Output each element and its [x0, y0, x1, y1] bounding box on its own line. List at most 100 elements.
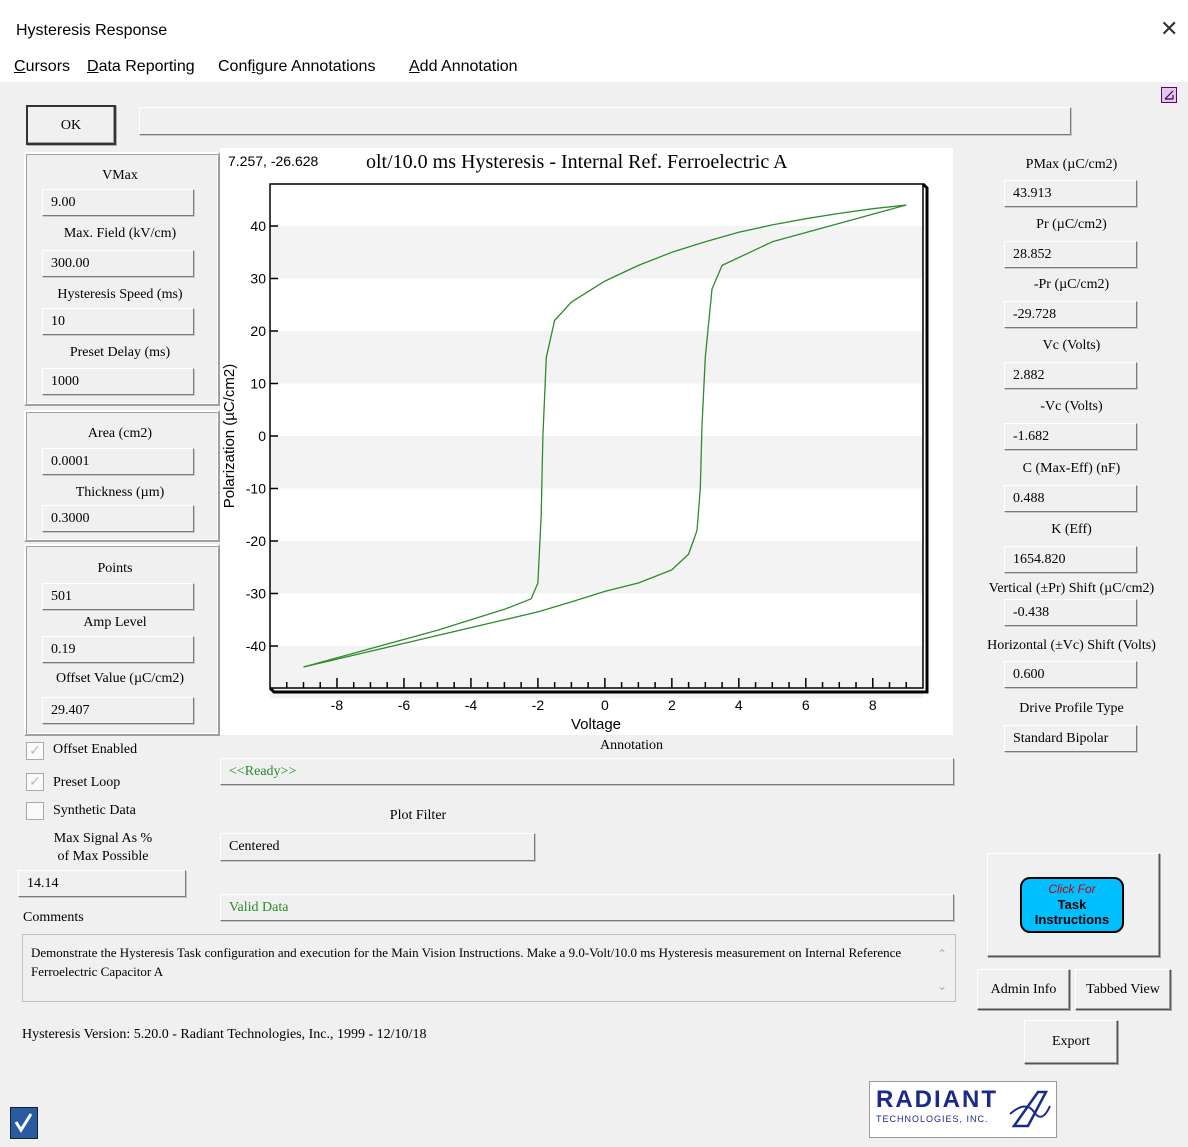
- vmax-field[interactable]: 9.00: [42, 189, 194, 216]
- hysteresis-speed-label: Hysteresis Speed (ms): [57, 287, 183, 302]
- synthetic-data-label: Synthetic Data: [53, 803, 136, 818]
- result-label: C (Max-Eff) (nF): [1022, 461, 1121, 476]
- preset-loop-checkbox[interactable]: ✓: [26, 773, 44, 791]
- x-tick-label: 8: [869, 697, 877, 713]
- cursor-readout: 7.257, -26.628: [228, 153, 319, 169]
- comments-text: Demonstrate the Hysteresis Task configur…: [31, 945, 902, 979]
- grid-band: [270, 331, 923, 384]
- offset-enabled-checkbox[interactable]: ✓: [26, 742, 44, 760]
- result-label: Vc (Volts): [1042, 338, 1101, 353]
- y-tick-label: 20: [250, 323, 266, 339]
- y-tick-label: 0: [258, 428, 266, 444]
- result-value: 0.600: [1004, 661, 1137, 688]
- thickness-field[interactable]: 0.3000: [42, 505, 194, 532]
- result-value: 2.882: [1004, 362, 1137, 389]
- offset-enabled-label: Offset Enabled: [53, 742, 138, 757]
- x-tick-label: -6: [398, 697, 411, 713]
- logo-mark-icon: [1009, 1090, 1051, 1128]
- points-field[interactable]: 501: [42, 583, 194, 610]
- status-field: Valid Data: [220, 894, 954, 921]
- grid-band: [270, 226, 923, 279]
- result-value: 43.913: [1004, 180, 1137, 207]
- result-label: Vertical (±Pr) Shift (µC/cm2): [988, 581, 1155, 596]
- amp-level-field[interactable]: 0.19: [42, 636, 194, 663]
- tabbed-view-button[interactable]: Tabbed View: [1075, 969, 1171, 1010]
- result-label: -Vc (Volts): [1040, 399, 1103, 414]
- grid-band: [270, 436, 923, 489]
- y-axis-label: Polarization (µC/cm2): [221, 364, 238, 509]
- close-icon[interactable]: ✕: [1160, 16, 1178, 42]
- result-value: Standard Bipolar: [1004, 725, 1137, 752]
- result-value: -29.728: [1004, 301, 1137, 328]
- max-field-field[interactable]: 300.00: [42, 250, 194, 277]
- vmax-label: VMax: [102, 168, 138, 183]
- result-value: -0.438: [1004, 599, 1137, 626]
- task-instructions-button[interactable]: Click For Task Instructions: [987, 853, 1160, 957]
- y-tick-label: 40: [250, 218, 266, 234]
- ok-button[interactable]: OK: [26, 105, 116, 145]
- result-value: -1.682: [1004, 423, 1137, 450]
- x-tick-label: -2: [532, 697, 545, 713]
- plot-filter-select[interactable]: Centered: [220, 833, 535, 861]
- amp-level-label: Amp Level: [83, 615, 147, 630]
- thickness-label: Thickness (µm): [75, 485, 165, 500]
- menu-configure-annotations[interactable]: Configure Annotations: [218, 58, 375, 76]
- admin-info-button[interactable]: Admin Info: [977, 969, 1070, 1010]
- scroll-up-icon[interactable]: ⌃: [937, 947, 947, 961]
- comments-box[interactable]: Demonstrate the Hysteresis Task configur…: [22, 934, 956, 1002]
- offset-value-field[interactable]: 29.407: [42, 697, 194, 724]
- annotation-field[interactable]: <<Ready>>: [220, 758, 954, 785]
- max-signal-label-2: of Max Possible: [57, 849, 149, 864]
- hysteresis-speed-field[interactable]: 10: [42, 308, 194, 335]
- result-value: 28.852: [1004, 241, 1137, 268]
- resize-icon[interactable]: [1161, 87, 1177, 103]
- plot-filter-label: Plot Filter: [389, 808, 447, 823]
- points-label: Points: [97, 561, 133, 576]
- y-tick-label: -30: [246, 586, 266, 602]
- task-instructions-icon: Click For Task Instructions: [1020, 877, 1124, 933]
- grid-band: [270, 541, 923, 594]
- result-label: -Pr (µC/cm2): [1033, 277, 1110, 292]
- app-icon[interactable]: [10, 1107, 38, 1139]
- result-label: K (Eff): [1051, 522, 1092, 537]
- y-tick-label: -10: [246, 481, 266, 497]
- result-value: 0.488: [1004, 485, 1137, 512]
- result-value: 1654.820: [1004, 546, 1137, 573]
- y-tick-label: -40: [246, 638, 266, 654]
- x-axis-label: Voltage: [571, 716, 621, 733]
- x-tick-label: 6: [802, 697, 810, 713]
- max-signal-label-1: Max Signal As %: [53, 831, 153, 846]
- menu-add-annotation[interactable]: Add Annotation: [409, 58, 518, 76]
- preset-delay-label: Preset Delay (ms): [69, 345, 171, 360]
- offset-value-label: Offset Value (µC/cm2): [55, 671, 185, 686]
- x-tick-label: -8: [331, 697, 344, 713]
- title-bar: [0, 0, 1188, 58]
- message-bar: [139, 107, 1071, 135]
- y-tick-label: -20: [246, 533, 266, 549]
- result-label: PMax (µC/cm2): [1025, 157, 1118, 172]
- max-field-label: Max. Field (kV/cm): [63, 226, 177, 241]
- menu-cursors[interactable]: Cursors: [14, 58, 70, 76]
- synthetic-data-checkbox[interactable]: [26, 802, 44, 820]
- comments-label: Comments: [23, 910, 84, 925]
- hysteresis-chart: -40-30-20-10010203040-8 -6 -4 -2 0 2 4 6 8 7.257…: [221, 151, 929, 733]
- scroll-down-icon[interactable]: ⌄: [937, 979, 947, 993]
- x-tick-label: 0: [601, 697, 609, 713]
- preset-loop-label: Preset Loop: [53, 775, 121, 790]
- version-text: Hysteresis Version: 5.20.0 - Radiant Tec…: [22, 1027, 427, 1042]
- x-tick-label: -4: [465, 697, 478, 713]
- preset-delay-field[interactable]: 1000: [42, 368, 194, 395]
- x-tick-label: 2: [668, 697, 676, 713]
- result-label: Horizontal (±Vc) Shift (Volts): [987, 638, 1156, 653]
- result-label: Pr (µC/cm2): [1036, 217, 1107, 232]
- plot-panel: -40 -30 -20 -10 0 10 20 30 40 -8 -6 -4 -2 0 2 4 6 8 7.257…: [220, 148, 953, 735]
- max-signal-field[interactable]: 14.14: [18, 870, 186, 897]
- menu-data-reporting[interactable]: Data Reporting: [87, 58, 195, 76]
- y-tick-label: 30: [250, 271, 266, 287]
- area-field[interactable]: 0.0001: [42, 448, 194, 475]
- y-tick-label: 10: [250, 376, 266, 392]
- export-button[interactable]: Export: [1024, 1020, 1118, 1064]
- area-label: Area (cm2): [87, 426, 153, 441]
- chart-title: olt/10.0 ms Hysteresis - Internal Ref. F…: [366, 151, 788, 173]
- radiant-logo: RADIANT TECHNOLOGIES, INC.: [869, 1081, 1057, 1138]
